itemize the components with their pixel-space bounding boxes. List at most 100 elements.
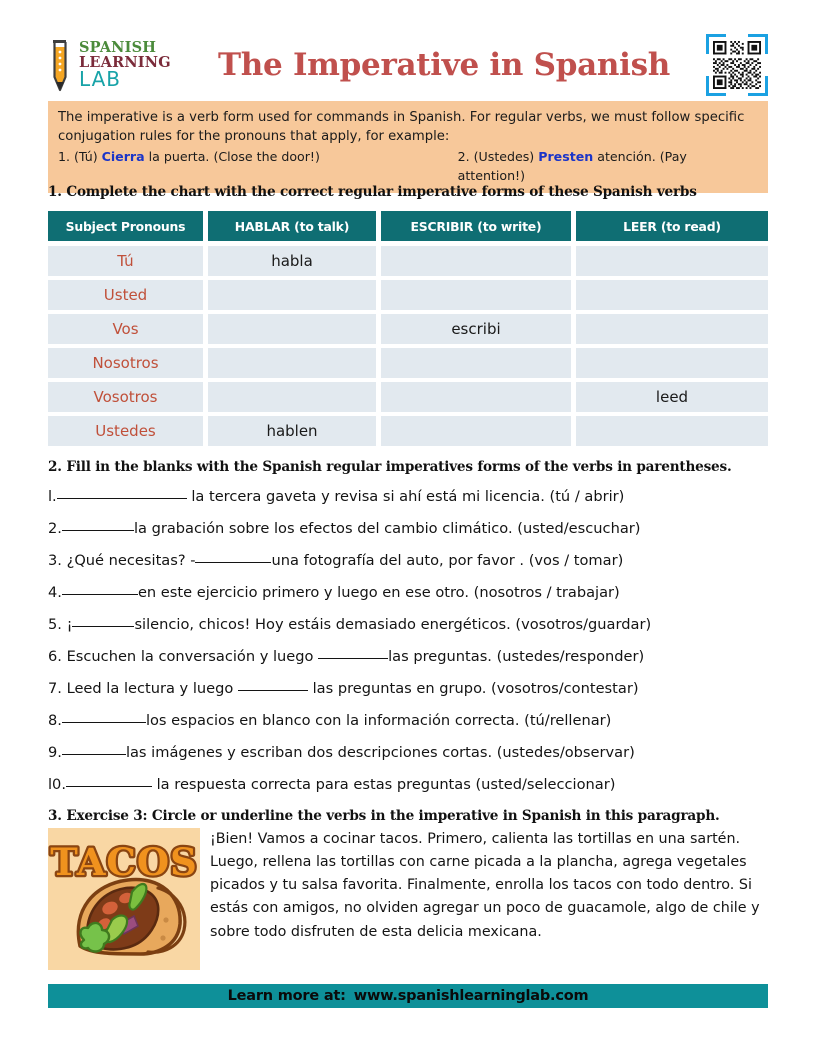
table-row: Nosotros — [48, 348, 768, 378]
cell-escribir[interactable] — [381, 416, 571, 446]
imperative-chart: Subject Pronouns HABLAR (to talk) ESCRIB… — [48, 211, 768, 450]
exercise-2-item: 7. Leed la lectura y luego las preguntas… — [48, 673, 770, 705]
qr-pattern — [713, 41, 761, 89]
exercise-2-item: 5. ¡ silencio, chicos! Hoy estáis demasia… — [48, 609, 770, 641]
table-row: Usted — [48, 280, 768, 310]
cell-hablar[interactable]: hablen — [208, 416, 376, 446]
item-pre: ¿Qué necesitas? - — [61, 552, 196, 569]
item-number: 7. — [48, 680, 62, 697]
item-number: l. — [48, 488, 57, 505]
exercise-2-item: l0. la respuesta correcta para estas pre… — [48, 769, 770, 801]
item-number: 9. — [48, 744, 62, 761]
item-post: silencio, chicos! Hoy estáis demasiado e… — [134, 616, 652, 633]
section-1-heading: 1. Complete the chart with the correct r… — [48, 184, 697, 200]
cell-hablar[interactable] — [208, 314, 376, 344]
exercise-2-item: 3. ¿Qué necesitas? - una fotografía del a… — [48, 545, 770, 577]
item-number: 6. — [48, 648, 62, 665]
svg-text:TACOS: TACOS — [50, 840, 198, 884]
intro-example-1: 1. (Tú) Cierra la puerta. (Close the doo… — [58, 148, 458, 185]
column-header-pronouns: Subject Pronouns — [48, 211, 203, 241]
item-post: la respuesta correcta para estas pregunt… — [151, 776, 616, 793]
cell-escribir[interactable] — [381, 348, 571, 378]
row-pronoun: Ustedes — [48, 416, 203, 446]
cell-leer[interactable] — [576, 348, 768, 378]
page-header: SPANISH LEARNING LAB The Imperative in S… — [48, 34, 768, 96]
footer-banner[interactable]: Learn more at: www.spanishlearninglab.com — [48, 984, 768, 1008]
intro-example-2-verb: Presten — [538, 149, 594, 165]
section-2-heading: 2. Fill in the blanks with the Spanish r… — [48, 459, 732, 475]
cell-escribir[interactable]: escribi — [381, 314, 571, 344]
column-header-leer: LEER (to read) — [576, 211, 768, 241]
item-number: 3. — [48, 552, 62, 569]
intro-example-1-post: la puerta. (Close the door!) — [144, 149, 320, 165]
section-3-heading: 3. Exercise 3: Circle or underline the v… — [48, 808, 720, 824]
column-header-hablar: HABLAR (to talk) — [208, 211, 376, 241]
exercise-2-list: l. la tercera gaveta y revisa si ahí est… — [48, 481, 770, 801]
tacos-illustration: TACOS — [48, 828, 200, 970]
exercise-3: TACOS ¡Bien! Vamos a cocinar tacos. Prim… — [48, 828, 770, 970]
item-post: la tercera gaveta y revisa si ahí está m… — [186, 488, 625, 505]
table-row: Vos escribi — [48, 314, 768, 344]
intro-example-1-verb: Cierra — [101, 149, 145, 165]
item-post: los espacios en blanco con la informació… — [145, 712, 612, 729]
row-pronoun: Vosotros — [48, 382, 203, 412]
intro-box: The imperative is a verb form used for c… — [48, 101, 768, 193]
cell-leer[interactable] — [576, 246, 768, 276]
page-title: The Imperative in Spanish — [218, 47, 670, 83]
item-number: 2. — [48, 520, 62, 537]
exercise-2-item: 2. la grabación sobre los efectos del cam… — [48, 513, 770, 545]
table-row: Vosotros leed — [48, 382, 768, 412]
answer-blank[interactable] — [61, 517, 134, 531]
exercise-2-item: 8. los espacios en blanco con la informac… — [48, 705, 770, 737]
item-number: 4. — [48, 584, 62, 601]
item-post: las preguntas. (ustedes/responder) — [388, 648, 645, 665]
worksheet-page: SPANISH LEARNING LAB The Imperative in S… — [0, 0, 816, 1056]
exercise-2-item: 4. en este ejercicio primero y luego en e… — [48, 577, 770, 609]
item-number: 5. — [48, 616, 62, 633]
cell-escribir[interactable] — [381, 246, 571, 276]
cell-leer[interactable]: leed — [576, 382, 768, 412]
answer-blank[interactable] — [195, 549, 272, 563]
cell-escribir[interactable] — [381, 382, 571, 412]
cell-leer[interactable] — [576, 416, 768, 446]
column-header-escribir: ESCRIBIR (to write) — [381, 211, 571, 241]
item-number: l0. — [48, 776, 66, 793]
answer-blank[interactable] — [61, 709, 146, 723]
brand-logo[interactable]: SPANISH LEARNING LAB — [48, 36, 176, 94]
cell-leer[interactable] — [576, 314, 768, 344]
row-pronoun: Vos — [48, 314, 203, 344]
cell-leer[interactable] — [576, 280, 768, 310]
table-row: Ustedes hablen — [48, 416, 768, 446]
cell-hablar[interactable] — [208, 382, 376, 412]
qr-code-icon[interactable] — [706, 34, 768, 96]
item-post: una fotografía del auto, por favor . (vo… — [271, 552, 624, 569]
answer-blank[interactable] — [318, 645, 389, 659]
cell-escribir[interactable] — [381, 280, 571, 310]
answer-blank[interactable] — [72, 613, 135, 627]
logo-line-lab: LAB — [79, 67, 122, 91]
item-pre: ¡ — [61, 616, 73, 633]
cell-hablar[interactable] — [208, 280, 376, 310]
exercise-2-item: 9. las imágenes y escriban dos descripcio… — [48, 737, 770, 769]
flask-icon — [48, 38, 74, 92]
item-pre: Leed la lectura y luego — [61, 680, 238, 697]
cell-hablar[interactable]: habla — [208, 246, 376, 276]
item-pre: Escuchen la conversación y luego — [61, 648, 319, 665]
intro-examples: 1. (Tú) Cierra la puerta. (Close the doo… — [58, 148, 758, 185]
footer-url[interactable]: www.spanishlearninglab.com — [354, 988, 589, 1004]
item-number: 8. — [48, 712, 62, 729]
answer-blank[interactable] — [237, 677, 308, 691]
cell-hablar[interactable] — [208, 348, 376, 378]
answer-blank[interactable] — [61, 741, 126, 755]
row-pronoun: Usted — [48, 280, 203, 310]
intro-paragraph: The imperative is a verb form used for c… — [58, 110, 745, 145]
answer-blank[interactable] — [61, 581, 138, 595]
intro-example-2: 2. (Ustedes) Presten atención. (Pay atte… — [458, 148, 758, 185]
row-pronoun: Tú — [48, 246, 203, 276]
answer-blank[interactable] — [65, 773, 152, 787]
item-post: la grabación sobre los efectos del cambi… — [133, 520, 641, 537]
row-pronoun: Nosotros — [48, 348, 203, 378]
answer-blank[interactable] — [56, 485, 187, 499]
item-post: las imágenes y escriban dos descripcione… — [125, 744, 635, 761]
exercise-3-paragraph: ¡Bien! Vamos a cocinar tacos. Primero, c… — [210, 831, 760, 940]
